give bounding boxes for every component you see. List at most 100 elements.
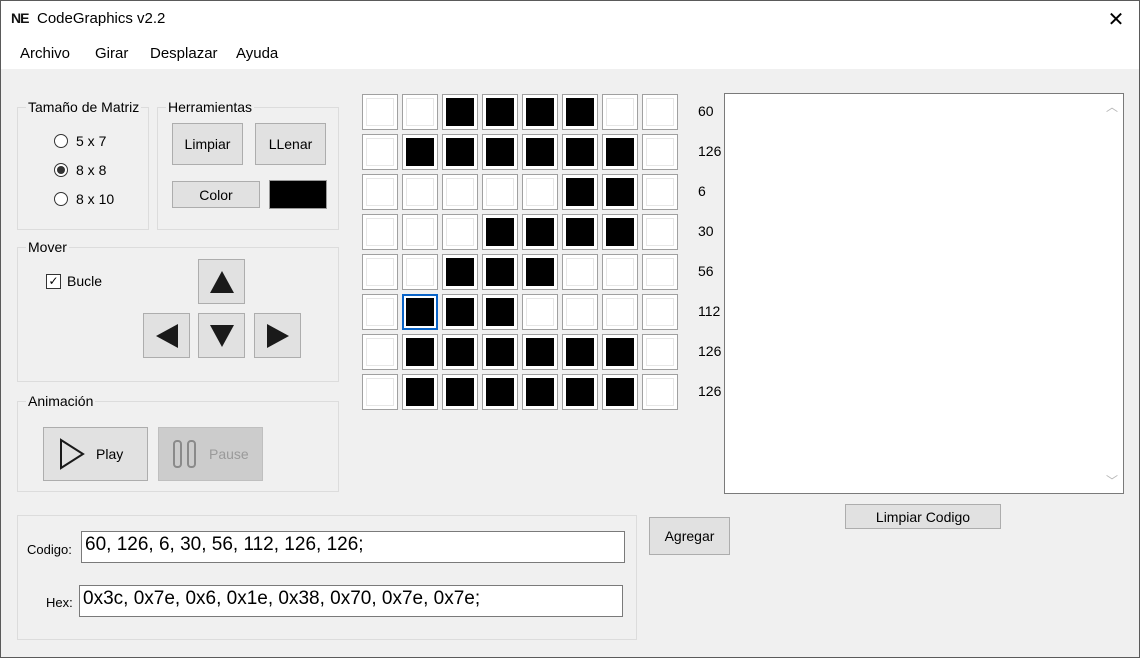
- led-cell[interactable]: [362, 334, 398, 370]
- led-cell[interactable]: [602, 214, 638, 250]
- led-cell[interactable]: [362, 94, 398, 130]
- loop-checkbox[interactable]: ✓ Bucle: [46, 273, 102, 289]
- close-button[interactable]: ✕: [1093, 1, 1139, 38]
- menu-ayuda[interactable]: Ayuda: [236, 45, 278, 62]
- led-cell[interactable]: [482, 334, 518, 370]
- clear-code-button[interactable]: Limpiar Codigo: [845, 504, 1001, 529]
- led-cell[interactable]: [642, 334, 678, 370]
- led-cell[interactable]: [602, 174, 638, 210]
- led-cell[interactable]: [482, 214, 518, 250]
- led-cell[interactable]: [522, 214, 558, 250]
- clear-button[interactable]: Limpiar: [172, 123, 243, 165]
- menu-archivo[interactable]: Archivo: [20, 45, 70, 62]
- scroll-down-icon[interactable]: ﹀: [1106, 472, 1118, 489]
- led-cell[interactable]: [562, 294, 598, 330]
- move-right-button[interactable]: [254, 313, 301, 358]
- led-cell[interactable]: [442, 134, 478, 170]
- led-cell[interactable]: [362, 254, 398, 290]
- codigo-field[interactable]: 60, 126, 6, 30, 56, 112, 126, 126;: [81, 531, 625, 563]
- led-cell[interactable]: [482, 94, 518, 130]
- led-cell[interactable]: [602, 134, 638, 170]
- led-cell[interactable]: [522, 294, 558, 330]
- led-cell[interactable]: [562, 214, 598, 250]
- led-cell[interactable]: [642, 374, 678, 410]
- led-cell[interactable]: [562, 254, 598, 290]
- led-cell[interactable]: [482, 174, 518, 210]
- led-cell[interactable]: [482, 374, 518, 410]
- led-cell[interactable]: [362, 174, 398, 210]
- codigo-label: Codigo:: [27, 542, 72, 557]
- led-cell[interactable]: [442, 334, 478, 370]
- loop-checkbox-box[interactable]: ✓: [46, 273, 61, 289]
- led-cell[interactable]: [602, 294, 638, 330]
- radio-8x8-circle[interactable]: [54, 163, 68, 177]
- led-cell[interactable]: [522, 94, 558, 130]
- led-cell[interactable]: [602, 94, 638, 130]
- play-button[interactable]: Play: [43, 427, 148, 481]
- scroll-up-icon[interactable]: ︿: [1106, 98, 1118, 115]
- menu-girar[interactable]: Girar: [95, 45, 128, 62]
- led-cell[interactable]: [362, 374, 398, 410]
- led-cell[interactable]: [362, 214, 398, 250]
- led-cell[interactable]: [642, 294, 678, 330]
- led-cell[interactable]: [402, 374, 438, 410]
- led-cell[interactable]: [402, 174, 438, 210]
- led-cell[interactable]: [522, 254, 558, 290]
- add-button[interactable]: Agregar: [649, 517, 730, 555]
- led-cell[interactable]: [562, 334, 598, 370]
- led-cell[interactable]: [442, 294, 478, 330]
- radio-5x7-circle[interactable]: [54, 134, 68, 148]
- led-cell[interactable]: [442, 214, 478, 250]
- led-cell-fill: [486, 138, 514, 166]
- led-cell[interactable]: [562, 94, 598, 130]
- led-cell-fill: [606, 378, 634, 406]
- led-cell[interactable]: [402, 134, 438, 170]
- led-cell[interactable]: [562, 174, 598, 210]
- led-cell[interactable]: [522, 134, 558, 170]
- led-cell[interactable]: [482, 134, 518, 170]
- led-cell[interactable]: [522, 374, 558, 410]
- led-cell[interactable]: [442, 94, 478, 130]
- color-button[interactable]: Color: [172, 181, 260, 208]
- led-cell[interactable]: [602, 334, 638, 370]
- led-cell[interactable]: [642, 254, 678, 290]
- led-cell[interactable]: [442, 174, 478, 210]
- led-cell[interactable]: [482, 254, 518, 290]
- led-cell[interactable]: [362, 294, 398, 330]
- radio-8x8[interactable]: 8 x 8: [54, 162, 106, 178]
- radio-8x10-circle[interactable]: [54, 192, 68, 206]
- led-cell[interactable]: [402, 94, 438, 130]
- led-cell-fill: [566, 378, 594, 406]
- led-cell[interactable]: [642, 94, 678, 130]
- led-cell[interactable]: [402, 294, 438, 330]
- led-cell[interactable]: [602, 254, 638, 290]
- led-cell[interactable]: [402, 334, 438, 370]
- led-cell[interactable]: [562, 134, 598, 170]
- led-cell[interactable]: [442, 374, 478, 410]
- code-output-textarea[interactable]: ︿ ﹀: [724, 93, 1124, 494]
- move-down-button[interactable]: [198, 313, 245, 358]
- led-cell-fill: [366, 378, 394, 406]
- menu-desplazar[interactable]: Desplazar: [150, 45, 218, 62]
- led-cell-fill: [486, 298, 514, 326]
- led-cell[interactable]: [642, 174, 678, 210]
- move-left-button[interactable]: [143, 313, 190, 358]
- led-cell[interactable]: [522, 334, 558, 370]
- pause-button[interactable]: Pause: [158, 427, 263, 481]
- led-cell[interactable]: [402, 254, 438, 290]
- led-cell[interactable]: [562, 374, 598, 410]
- led-cell[interactable]: [402, 214, 438, 250]
- led-cell[interactable]: [642, 134, 678, 170]
- led-cell[interactable]: [602, 374, 638, 410]
- led-cell[interactable]: [482, 294, 518, 330]
- move-up-button[interactable]: [198, 259, 245, 304]
- color-swatch[interactable]: [269, 180, 327, 209]
- fill-button[interactable]: LLenar: [255, 123, 326, 165]
- led-cell[interactable]: [442, 254, 478, 290]
- hex-field[interactable]: 0x3c, 0x7e, 0x6, 0x1e, 0x38, 0x70, 0x7e,…: [79, 585, 623, 617]
- radio-8x10[interactable]: 8 x 10: [54, 191, 114, 207]
- radio-5x7[interactable]: 5 x 7: [54, 133, 106, 149]
- led-cell[interactable]: [362, 134, 398, 170]
- led-cell[interactable]: [642, 214, 678, 250]
- led-cell[interactable]: [522, 174, 558, 210]
